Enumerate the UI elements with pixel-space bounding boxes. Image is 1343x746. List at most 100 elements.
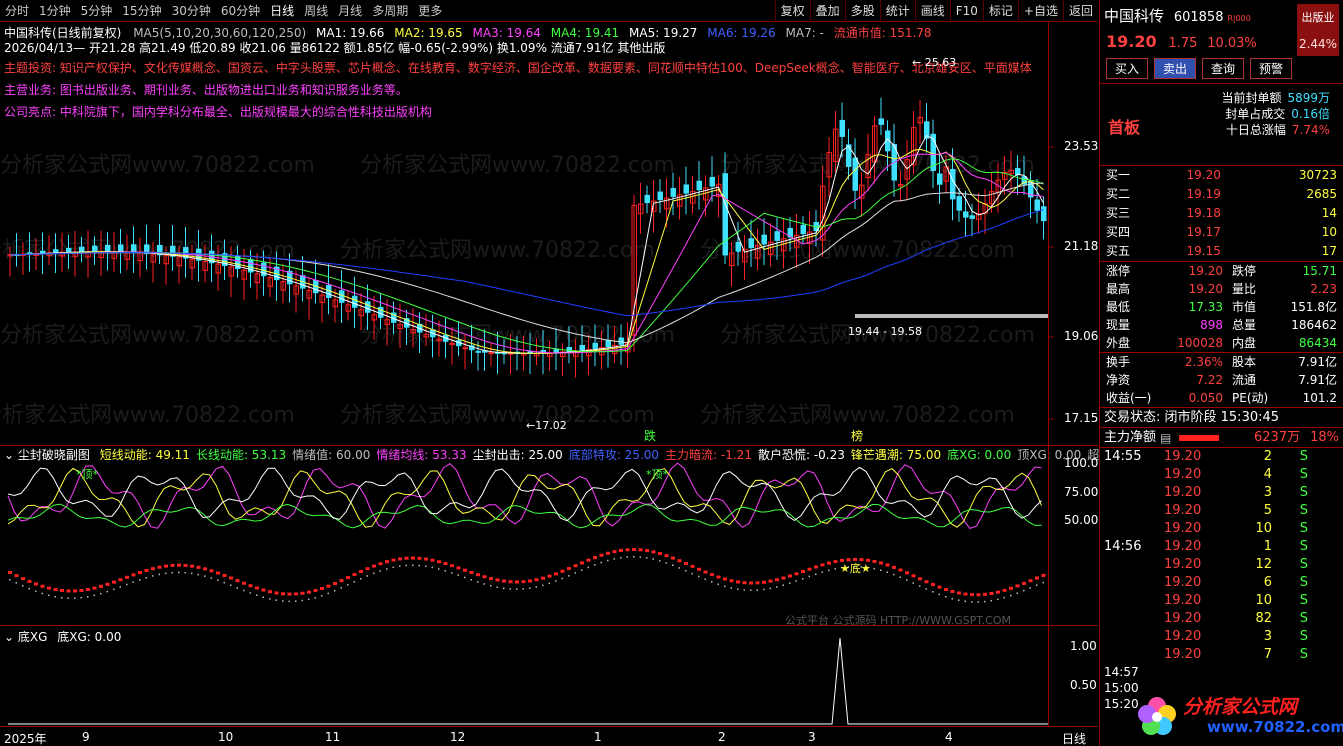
toolbar-button-4[interactable]: 画线 — [914, 0, 950, 22]
tab-1[interactable]: 1分钟 — [34, 0, 76, 22]
book-row[interactable]: 买三 19.18 14 — [1100, 204, 1343, 223]
candle — [430, 314, 436, 358]
sector-badge[interactable]: 出版业 2.44% — [1297, 4, 1339, 56]
tab-4[interactable]: 30分钟 — [167, 0, 216, 22]
list-icon[interactable]: ▤ — [1160, 428, 1171, 448]
tab-0[interactable]: 分时 — [0, 0, 34, 22]
indicator-dot — [307, 590, 311, 594]
xg-indicator-chart[interactable]: ⌄ 底XG 底XG: 0.00 1.00 0.50 — [0, 626, 1098, 726]
indicator-dot — [366, 575, 368, 577]
toolbar-button-0[interactable]: 复权 — [774, 0, 810, 22]
order-book: 买一 19.20 30723 买二 19.19 2685 买三 19.18 14 买四 19.17 1… — [1100, 166, 1343, 262]
toolbar-button-8[interactable]: 返回 — [1062, 0, 1098, 22]
indicator-dot — [301, 599, 303, 602]
tab-8[interactable]: 月线 — [333, 0, 367, 22]
indicator-dot — [40, 584, 45, 588]
indicator-dot — [1035, 576, 1039, 580]
toolbar-button-1[interactable]: 叠加 — [809, 0, 845, 22]
toolbar-button-3[interactable]: 统计 — [879, 0, 915, 22]
indicator-dot — [477, 581, 479, 583]
indicator-dot — [28, 587, 30, 590]
book-row[interactable]: 买二 19.19 2685 — [1100, 185, 1343, 204]
indicator-dot — [469, 571, 474, 575]
tab-label: 日线 — [270, 3, 295, 18]
indicator-dot — [815, 573, 817, 575]
book-row[interactable]: 买一 19.20 30723 — [1100, 166, 1343, 185]
main-kline-chart[interactable]: 中国科传(日线前复权) MA5(5,10,20,30,60,120,250) M… — [0, 22, 1098, 446]
price-tick: 21.18 — [1064, 239, 1099, 253]
indicator-dot — [581, 569, 583, 571]
indicator-dot — [892, 565, 896, 569]
sub-indicator-plot[interactable]: *顶* *顶* ★底★ 公式平台 公式源码 HTTP://WWW.GSPT.COM — [0, 446, 1098, 626]
sell-button[interactable]: 卖出 — [1154, 58, 1197, 79]
candlestick-plot[interactable]: 分析家公式网www.70822.com 分析家公式网www.70822.com 分析… — [0, 22, 1098, 446]
tab-9[interactable]: 多周期 — [367, 0, 413, 22]
tick-row: 19.20 12 S — [1164, 557, 1308, 572]
indicator-dot — [684, 561, 688, 565]
indicator-dot — [502, 579, 506, 583]
sub-indicator-chart[interactable]: ⌄ 尘封破晓副图 短线动能: 49.11 长线动能: 53.13 情绪值: 60.0… — [0, 446, 1123, 626]
indicator-dot — [599, 553, 604, 557]
indicator-dot — [411, 556, 415, 560]
indicator-dot — [404, 556, 409, 560]
candle — [696, 161, 702, 210]
book-row[interactable]: 买五 19.15 17 — [1100, 242, 1343, 261]
tab-label: 1分钟 — [39, 3, 71, 18]
quote-panel: 中国科传 601858 R|000 出版业 2.44% 19.20 1.75 1… — [1099, 0, 1343, 746]
indicator-dot — [750, 589, 752, 592]
indicator-dot — [61, 596, 63, 599]
indicator-dot — [950, 589, 955, 593]
tick-list[interactable]: 14:55 19.20 2 S 19.20 4 S 19.20 3 S 19.20 5 S 19.20 10… — [1100, 448, 1343, 664]
tab-5[interactable]: 60分钟 — [216, 0, 265, 22]
indicator-dot — [925, 588, 927, 590]
indicator-dot — [724, 585, 726, 588]
toolbar-button-5[interactable]: F10 — [949, 0, 983, 22]
tab-10[interactable]: 更多 — [413, 0, 447, 22]
tab-2[interactable]: 5分钟 — [76, 0, 118, 22]
indicator-dot — [516, 588, 518, 590]
toolbar-button-6[interactable]: 标记 — [982, 0, 1018, 22]
indicator-dot — [145, 577, 147, 579]
indicator-dot — [833, 560, 838, 564]
indicator-dot — [587, 566, 589, 569]
indicator-dot — [717, 583, 719, 586]
fundamental-stats: 换手 2.36% 股本 7.91亿 净资 7.22 流通 7.91亿 收益(一) 0.050 PE(… — [1100, 353, 1343, 408]
tab-7[interactable]: 周线 — [299, 0, 333, 22]
indicator-dot — [853, 557, 857, 561]
sub-axis-tick: 100.0 — [1064, 456, 1099, 470]
indicator-dot — [417, 556, 422, 560]
indicator-dot — [976, 593, 981, 597]
indicator-dot — [365, 567, 370, 571]
indicator-dot — [775, 578, 779, 582]
toolbar-button-2[interactable]: 多股 — [844, 0, 880, 22]
candle — [183, 226, 189, 278]
alert-button[interactable]: 预警 — [1250, 58, 1293, 79]
tick-row: 14:56 19.20 1 S — [1104, 539, 1308, 554]
tick-row: 19.20 3 S — [1164, 485, 1308, 500]
toolbar-button-7[interactable]: +自选 — [1017, 0, 1063, 22]
tab-6[interactable]: 日线 — [265, 0, 299, 22]
indicator-dot — [327, 592, 329, 595]
indicator-dot — [1016, 592, 1018, 594]
indicator-dot — [763, 588, 765, 591]
book-row[interactable]: 买四 19.17 10 — [1100, 223, 1343, 242]
query-button[interactable]: 查询 — [1202, 58, 1245, 79]
indicator-dot — [210, 577, 212, 579]
buy-button[interactable]: 买入 — [1106, 58, 1149, 79]
indicator-dot — [229, 576, 233, 580]
candle — [332, 289, 338, 323]
indicator-dot — [671, 556, 675, 560]
indicator-dot — [242, 581, 246, 585]
indicator-dot — [893, 573, 895, 576]
indicator-dot — [118, 578, 123, 582]
watermark-text: 分析家公式网www.70822.com — [340, 403, 655, 428]
indicator-dot — [802, 578, 804, 580]
trade-actions: 买入 卖出 查询 预警 — [1100, 54, 1343, 84]
indicator-dot — [957, 591, 961, 595]
indicator-dot — [658, 552, 662, 556]
main-flow-row: 主力净额 ▤ 6237万 18% — [1100, 428, 1343, 448]
tab-3[interactable]: 15分钟 — [117, 0, 166, 22]
indicator-dot — [131, 573, 136, 577]
indicator-dot — [158, 573, 160, 576]
toolbar-button-label: 多股 — [850, 4, 875, 18]
